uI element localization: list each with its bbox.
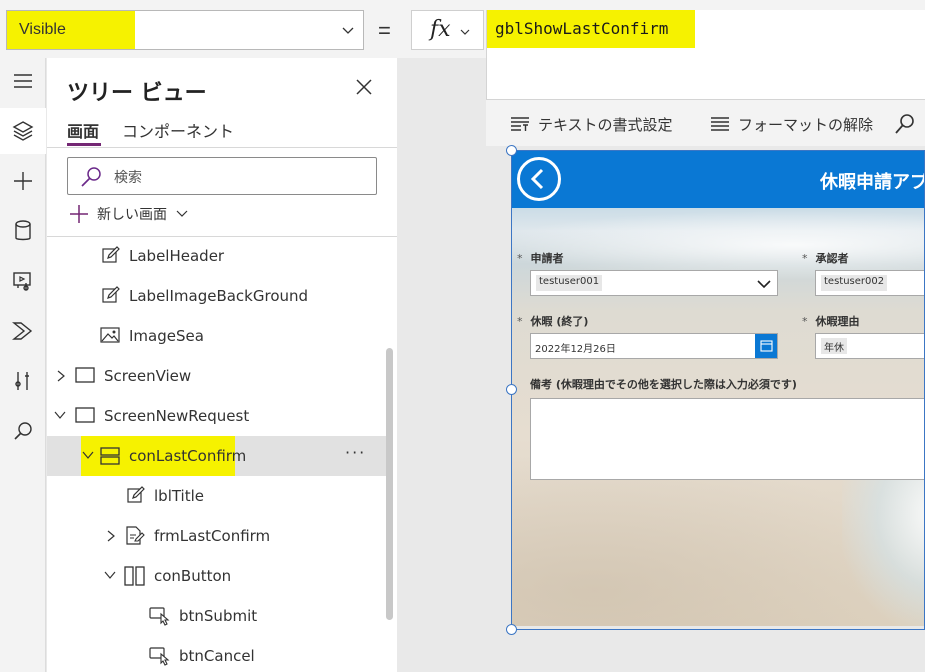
- new-screen-label: 新しい画面: [97, 207, 167, 223]
- plus-icon: [70, 205, 88, 223]
- tree-view-panel: ツリー ビュー 画面 コンポーネント 検索 新しい画面 LabelHeader …: [47, 58, 397, 672]
- format-toolbar: テキストの書式設定 フォーマットの解除: [486, 100, 925, 146]
- tree-node-label: conButton: [154, 567, 232, 585]
- fx-icon: fx: [430, 17, 451, 42]
- tree-node-labelimagebackground[interactable]: LabelImageBackGround: [47, 276, 387, 316]
- selection-frame: [511, 150, 925, 630]
- close-icon[interactable]: [353, 76, 375, 98]
- data-icon: [15, 220, 31, 241]
- resize-handle[interactable]: [506, 384, 517, 395]
- remove-format-icon: [711, 117, 729, 131]
- tree-node-screenview[interactable]: ScreenView: [47, 356, 387, 396]
- resize-handle[interactable]: [506, 145, 517, 156]
- button-icon: [149, 647, 170, 666]
- button-icon: [149, 607, 170, 626]
- search-icon: [81, 167, 101, 187]
- tree-search-input[interactable]: 検索: [67, 157, 377, 195]
- search-button[interactable]: [0, 408, 46, 454]
- active-tab-indicator: [67, 143, 101, 146]
- menu-button[interactable]: [0, 58, 46, 104]
- formula-bar: Visible = fx gblShowLastConfirm: [0, 0, 925, 100]
- tree-node-label: LabelImageBackGround: [129, 287, 309, 305]
- tree-node-label: conLastConfirm: [129, 447, 247, 465]
- chevron-down-icon: [176, 210, 188, 217]
- remove-format-label: フォーマットの解除: [738, 115, 874, 134]
- chevron-down-icon[interactable]: [53, 409, 67, 421]
- text-format-label: テキストの書式設定: [538, 115, 673, 134]
- label-icon: [102, 286, 120, 303]
- hamburger-icon: [14, 74, 32, 88]
- tree-node-label: lblTitle: [154, 487, 205, 505]
- property-dropdown[interactable]: Visible: [6, 10, 364, 50]
- tree-node-label: LabelHeader: [129, 247, 225, 265]
- plus-icon: [14, 172, 32, 190]
- text-format-button[interactable]: テキストの書式設定: [510, 113, 673, 135]
- tree-node-btncancel[interactable]: btnCancel: [47, 636, 387, 672]
- find-button[interactable]: [894, 113, 916, 135]
- tree-node-labelheader[interactable]: LabelHeader: [47, 236, 387, 276]
- vertical-container-icon: [100, 447, 120, 465]
- formula-input[interactable]: gblShowLastConfirm: [486, 10, 925, 100]
- tree-node-label: ScreenView: [104, 367, 192, 385]
- new-screen-button[interactable]: 新しい画面: [69, 204, 189, 224]
- layers-icon: [12, 121, 34, 141]
- equals-sign: =: [378, 18, 391, 43]
- power-automate-icon: [12, 322, 33, 340]
- chevron-right-icon[interactable]: [55, 369, 67, 383]
- search-icon: [895, 114, 914, 134]
- tree-node-label: btnSubmit: [179, 607, 258, 625]
- tree-node-conlastconfirm[interactable]: conLastConfirm ···: [47, 436, 387, 476]
- design-canvas: 休暇申請アプ * 申請者 testuser001 * 承認者 testuser002…: [397, 145, 925, 672]
- tree-node-btnsubmit[interactable]: btnSubmit: [47, 596, 387, 636]
- form-icon: [126, 526, 145, 545]
- remove-format-button[interactable]: フォーマットの解除: [710, 113, 873, 135]
- tree-node-label: ScreenNewRequest: [104, 407, 250, 425]
- property-value: Visible: [19, 21, 66, 38]
- left-rail: [0, 58, 46, 672]
- tree-node-frmlastconfirm[interactable]: frmLastConfirm: [47, 516, 387, 556]
- tree-node-lbltitle[interactable]: lblTitle: [47, 476, 387, 516]
- data-button[interactable]: [0, 208, 46, 254]
- tree-node-screennewrequest[interactable]: ScreenNewRequest: [47, 396, 387, 436]
- search-placeholder: 検索: [114, 170, 142, 186]
- screen-icon: [75, 367, 95, 383]
- more-options-button[interactable]: ···: [345, 443, 366, 462]
- media-button[interactable]: [0, 258, 46, 304]
- tree-node-label: ImageSea: [129, 327, 204, 345]
- chevron-down-icon: [342, 27, 354, 34]
- chevron-down-icon[interactable]: [103, 569, 117, 581]
- insert-button[interactable]: [0, 158, 46, 204]
- tree-node-conbutton[interactable]: conButton: [47, 556, 387, 596]
- tools-icon: [15, 372, 29, 390]
- tree-node-label: frmLastConfirm: [154, 527, 271, 545]
- screen-icon: [75, 407, 95, 423]
- horizontal-container-icon: [124, 566, 145, 586]
- tab-screens[interactable]: 画面: [67, 118, 99, 142]
- media-icon: [13, 272, 31, 291]
- text-format-icon: [511, 117, 529, 131]
- chevron-right-icon[interactable]: [105, 529, 117, 543]
- chevron-down-icon[interactable]: [81, 449, 95, 461]
- tree-node-imagesea[interactable]: ImageSea: [47, 316, 387, 356]
- tab-components[interactable]: コンポーネント: [122, 118, 234, 142]
- chevron-down-icon: [460, 29, 470, 35]
- search-icon: [14, 422, 32, 440]
- tree-view-button[interactable]: [0, 108, 46, 154]
- label-icon: [127, 486, 145, 503]
- fx-button[interactable]: fx: [411, 10, 484, 50]
- tree-node-label: btnCancel: [179, 647, 255, 665]
- panel-title: ツリー ビュー: [67, 81, 207, 106]
- resize-handle[interactable]: [506, 624, 517, 635]
- tools-button[interactable]: [0, 358, 46, 404]
- formula-text: gblShowLastConfirm: [495, 19, 669, 38]
- tree-scrollbar[interactable]: [386, 348, 393, 620]
- image-icon: [100, 327, 120, 343]
- power-automate-button[interactable]: [0, 308, 46, 354]
- label-icon: [102, 246, 120, 263]
- divider: [47, 147, 397, 148]
